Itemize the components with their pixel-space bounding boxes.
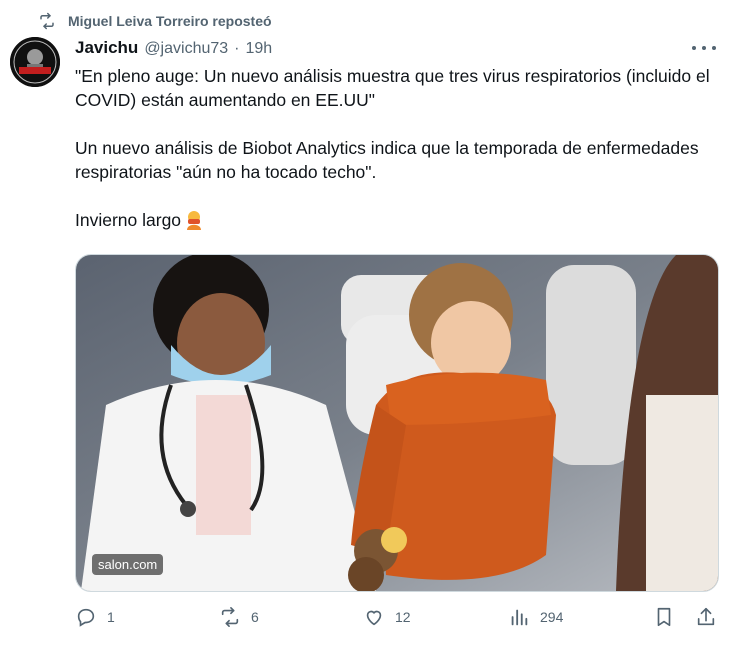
media-photo [76, 255, 718, 591]
tweet-header: Javichu @javichu73 · 19h [75, 38, 272, 58]
separator: · [234, 40, 240, 57]
tweet-media[interactable]: salon.com [75, 254, 719, 592]
like-count: 12 [395, 609, 411, 625]
bookmark-button[interactable] [653, 606, 675, 628]
like-button[interactable]: 12 [363, 606, 411, 628]
reply-count: 1 [107, 609, 115, 625]
author-name[interactable]: Javichu [75, 38, 138, 58]
repost-icon [221, 607, 239, 627]
media-source-badge: salon.com [92, 554, 164, 575]
heart-icon [366, 610, 382, 626]
share-button[interactable] [695, 606, 717, 628]
share-icon [697, 607, 715, 626]
repost-indicator: Miguel Leiva Torreiro reposteó [38, 12, 272, 30]
more-options-icon[interactable] [692, 38, 716, 58]
bookmark-icon [657, 607, 671, 627]
repost-count: 6 [251, 609, 259, 625]
repost-icon [40, 12, 54, 30]
reply-button[interactable]: 1 [75, 606, 115, 628]
sick-face-emoji-icon [187, 211, 202, 230]
tweet-paragraph: "En pleno auge: Un nuevo análisis muestr… [75, 66, 710, 110]
reply-icon [77, 608, 95, 627]
author-handle[interactable]: @javichu73 [144, 40, 228, 58]
analytics-icon [511, 609, 528, 626]
tweet-paragraph: Un nuevo análisis de Biobot Analytics in… [75, 138, 699, 182]
views-count: 294 [540, 609, 564, 625]
tweet-paragraph-last: Invierno largo [75, 208, 715, 232]
timestamp[interactable]: 19h [245, 40, 272, 58]
views-button[interactable]: 294 [508, 606, 563, 628]
repost-button[interactable]: 6 [219, 606, 259, 628]
tweet-actions: 1 6 12 294 [75, 606, 720, 634]
avatar[interactable] [10, 37, 60, 87]
tweet-text: "En pleno auge: Un nuevo análisis muestr… [75, 64, 715, 232]
repost-label[interactable]: Miguel Leiva Torreiro reposteó [68, 13, 272, 29]
